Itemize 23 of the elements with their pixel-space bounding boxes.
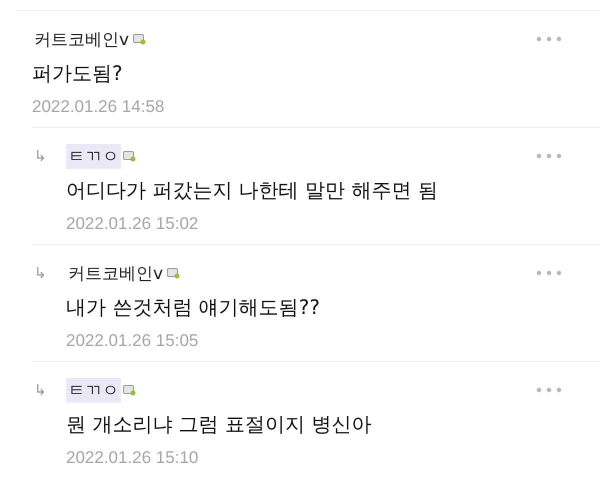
comment-text: 내가 쓴것처럼 얘기해도됨?? bbox=[66, 294, 321, 321]
more-icon[interactable] bbox=[536, 36, 562, 42]
member-level-icon bbox=[123, 384, 136, 396]
more-icon[interactable] bbox=[536, 153, 562, 159]
author-name[interactable]: ㅌㄲㅇ bbox=[66, 144, 121, 168]
reply-arrow: ↳ bbox=[33, 264, 48, 282]
more-icon[interactable] bbox=[536, 387, 562, 393]
member-level-icon bbox=[167, 267, 180, 279]
reply-arrow: ↳ bbox=[33, 147, 48, 165]
comment-text: 뭔 개소리냐 그럼 표절이지 병신아 bbox=[66, 411, 372, 438]
comment-date: 2022.01.26 14:58 bbox=[32, 97, 166, 117]
comment-text: 어디다가 퍼갔는지 나한테 말만 해주면 됨 bbox=[66, 177, 439, 204]
comment-date: 2022.01.26 15:10 bbox=[66, 448, 200, 468]
member-level-icon bbox=[133, 33, 146, 45]
author-name[interactable]: ㅌㄲㅇ bbox=[66, 378, 121, 402]
reply-arrow: ↳ bbox=[33, 381, 48, 399]
comment-date: 2022.01.26 15:02 bbox=[66, 214, 200, 234]
comment-text: 퍼가도됨? bbox=[32, 60, 124, 87]
author-name[interactable]: 커트코베인v bbox=[32, 26, 132, 52]
author-name[interactable]: 커트코베인v bbox=[66, 260, 166, 286]
member-level-icon bbox=[123, 150, 136, 162]
more-icon[interactable] bbox=[536, 270, 562, 276]
comment-date: 2022.01.26 15:05 bbox=[66, 331, 200, 351]
